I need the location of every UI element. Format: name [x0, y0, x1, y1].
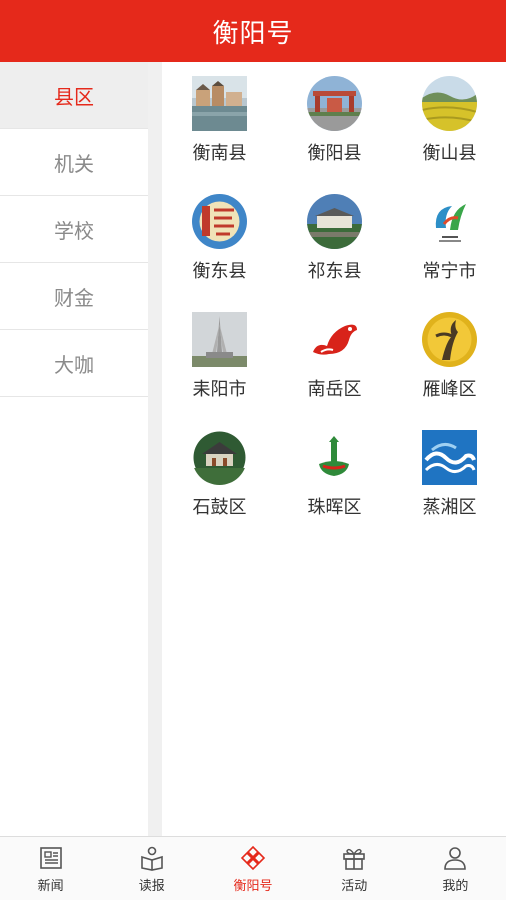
account-label: 祁东县 [307, 261, 362, 282]
monument-photo-icon [192, 312, 247, 367]
account-item-qidong[interactable]: 祁东县 [277, 180, 392, 298]
account-label: 南岳区 [307, 379, 362, 400]
reading-person-icon [138, 844, 166, 872]
changning-logo-icon [422, 194, 477, 249]
diamond-cluster-icon [239, 844, 267, 872]
account-label: 衡山县 [422, 143, 477, 164]
newspaper-icon [37, 844, 65, 872]
account-label: 石鼓区 [192, 497, 247, 518]
field-photo-icon [422, 76, 477, 131]
account-label: 珠晖区 [307, 497, 362, 518]
tower-logo-icon [307, 430, 362, 485]
wave-logo-icon [422, 430, 477, 485]
account-item-leiyang[interactable]: 耒阳市 [162, 298, 277, 416]
account-item-zhengxiang[interactable]: 蒸湘区 [392, 416, 506, 534]
tab-label: 活动 [341, 878, 368, 894]
sidebar-item-label: 财金 [54, 285, 94, 310]
account-label: 常宁市 [422, 261, 477, 282]
tab-label: 衡阳号 [233, 878, 273, 894]
tab-news[interactable]: 新闻 [0, 837, 101, 900]
sidebar-divider [148, 62, 162, 836]
account-item-hengyang[interactable]: 衡阳县 [277, 62, 392, 180]
tab-label: 新闻 [37, 878, 64, 894]
account-label: 衡南县 [192, 143, 247, 164]
sidebar-item-label: 学校 [54, 218, 94, 243]
building-photo-icon [307, 194, 362, 249]
account-label: 衡东县 [192, 261, 247, 282]
town-water-photo-icon [192, 76, 247, 131]
tab-profile[interactable]: 我的 [405, 837, 506, 900]
tab-label: 读报 [138, 878, 165, 894]
pavilion-photo-icon [192, 430, 247, 485]
sidebar-item-school[interactable]: 学校 [0, 196, 148, 263]
account-label: 蒸湘区 [422, 497, 477, 518]
account-item-nanyue[interactable]: 南岳区 [277, 298, 392, 416]
tab-read-paper[interactable]: 读报 [101, 837, 202, 900]
gate-photo-icon [307, 76, 362, 131]
tab-hengyang-account[interactable]: 衡阳号 [202, 837, 303, 900]
account-item-shigu[interactable]: 石鼓区 [162, 416, 277, 534]
account-label: 雁峰区 [422, 379, 477, 400]
category-sidebar: 县区 机关 学校 财金 大咖 [0, 62, 148, 836]
account-label: 耒阳市 [192, 379, 247, 400]
goose-emblem-icon [422, 312, 477, 367]
red-bird-logo-icon [307, 312, 362, 367]
account-label: 衡阳县 [307, 143, 362, 164]
account-item-changning[interactable]: 常宁市 [392, 180, 506, 298]
sidebar-item-celebrity[interactable]: 大咖 [0, 330, 148, 397]
bottom-tab-bar: 新闻 读报 衡阳号 活动 我的 [0, 836, 506, 900]
page-title: 衡阳号 [212, 18, 294, 49]
account-item-hengnan[interactable]: 衡南县 [162, 62, 277, 180]
account-item-yanfeng[interactable]: 雁峰区 [392, 298, 506, 416]
sidebar-item-label: 县区 [54, 84, 94, 109]
tab-activity[interactable]: 活动 [304, 837, 405, 900]
sidebar-item-agency[interactable]: 机关 [0, 129, 148, 196]
top-bar: 衡阳号 [0, 0, 506, 62]
tab-label: 我的 [442, 878, 469, 894]
app-root: 衡阳号 县区 机关 学校 财金 大咖 衡南县 衡阳县 衡山县 衡东县 祁东县 常… [0, 0, 506, 900]
account-item-hengshan[interactable]: 衡山县 [392, 62, 506, 180]
account-item-hengdong[interactable]: 衡东县 [162, 180, 277, 298]
sidebar-item-label: 大咖 [54, 352, 94, 377]
calligraphy-emblem-icon [192, 194, 247, 249]
sidebar-item-finance[interactable]: 财金 [0, 263, 148, 330]
user-icon [441, 844, 469, 872]
sidebar-item-label: 机关 [54, 151, 94, 176]
account-item-zhuhui[interactable]: 珠晖区 [277, 416, 392, 534]
account-grid: 衡南县 衡阳县 衡山县 衡东县 祁东县 常宁市 耒阳市 南岳区 雁峰区 石鼓区 … [162, 62, 506, 836]
sidebar-item-county[interactable]: 县区 [0, 62, 148, 129]
gift-icon [340, 844, 368, 872]
